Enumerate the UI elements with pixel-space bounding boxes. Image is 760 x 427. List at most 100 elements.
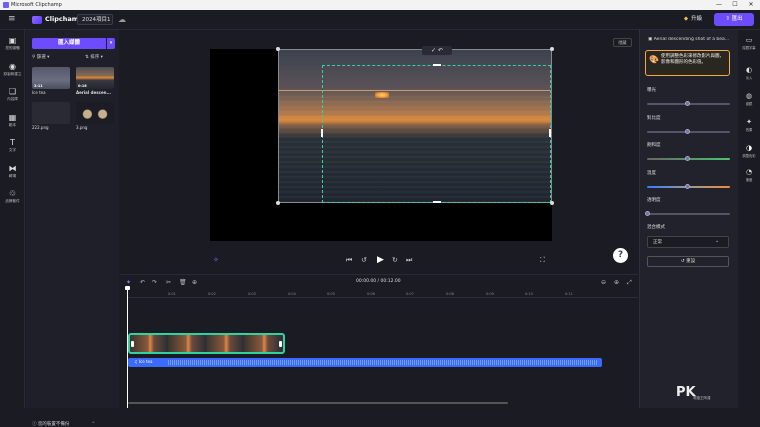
- ruler-tick: 0:02: [208, 292, 216, 296]
- skip-back-icon[interactable]: ⏮: [346, 256, 352, 265]
- temperature-label: 溫度: [647, 171, 656, 176]
- audio-waveform: [168, 360, 598, 365]
- rail-item-speed[interactable]: ◔ 速度: [738, 168, 760, 182]
- exposure-slider-knob[interactable]: [685, 101, 690, 106]
- upgrade-button[interactable]: ◆ 升級: [677, 13, 709, 26]
- playhead[interactable]: [127, 287, 128, 408]
- rail-label: 速度: [745, 178, 753, 182]
- magic-tools-icon[interactable]: ✦: [126, 279, 131, 286]
- rail-item-record-create[interactable]: ◉ 錄製和建立: [0, 62, 25, 77]
- audio-clip[interactable]: ♫ Ice tea: [128, 358, 602, 367]
- rail-item-brand-kit[interactable]: ♲ 品牌套件: [0, 189, 25, 204]
- magic-icon[interactable]: ✧: [213, 256, 219, 264]
- clip-trim-handle[interactable]: [131, 341, 134, 347]
- media-item-label: Aerial descen...: [76, 90, 112, 95]
- import-dropdown-chevron-icon[interactable]: ▾: [107, 38, 115, 49]
- media-item-label: Ice tea: [32, 90, 46, 95]
- opacity-slider[interactable]: [647, 213, 730, 215]
- contrast-slider-knob[interactable]: [685, 129, 690, 134]
- adjust-colors-icon: ◑: [745, 144, 753, 152]
- saturation-slider-knob[interactable]: [685, 156, 690, 161]
- window-title: Microsoft Clipchamp: [11, 2, 62, 8]
- forward-5-icon[interactable]: ↻: [392, 256, 398, 264]
- filters-icon: ◍: [745, 92, 753, 100]
- temperature-slider-knob[interactable]: [685, 184, 690, 189]
- resize-handle[interactable]: [276, 47, 280, 51]
- project-name-input[interactable]: 2024項目1: [77, 14, 113, 25]
- ruler-tick: 0:01: [168, 292, 176, 296]
- undo-icon[interactable]: ↶: [438, 47, 443, 54]
- rail-item-filters[interactable]: ◍ 濾鏡: [738, 92, 760, 106]
- undo-icon[interactable]: ↶: [140, 279, 145, 286]
- export-button[interactable]: ⇧ 匯出: [714, 13, 754, 26]
- filter-button[interactable]: ⚲ 篩選 ▾: [32, 54, 49, 60]
- rail-item-adjust-colors[interactable]: ◑ 調整色彩: [738, 144, 760, 158]
- media-duration: 2:11: [34, 84, 43, 88]
- play-button[interactable]: ▶: [377, 255, 384, 265]
- rail-item-text[interactable]: T 文字: [0, 138, 25, 153]
- reset-button[interactable]: ↺ 重設: [647, 256, 729, 267]
- media-item-thumbnail[interactable]: 0:16: [76, 67, 114, 89]
- video-clip[interactable]: [128, 333, 285, 354]
- text-icon: T: [10, 138, 15, 147]
- maximize-button[interactable]: ☐: [728, 0, 742, 10]
- rewind-5-icon[interactable]: ↺: [361, 256, 367, 264]
- media-item-thumbnail[interactable]: 2:11: [32, 67, 70, 89]
- rail-item-transitions[interactable]: ⧓ 轉場: [0, 164, 25, 179]
- clip-trim-handle[interactable]: [279, 341, 282, 347]
- skip-forward-icon[interactable]: ⏭: [406, 256, 412, 265]
- playhead-handle[interactable]: [125, 286, 130, 290]
- left-navigation-rail: ▣ 您的媒體 ◉ 錄製和建立 ❏ 內容庫 ▦ 範本 T 文字 ⧓ 轉場 ♲ 品牌套件: [0, 30, 25, 408]
- cloud-sync-icon[interactable]: ☁: [118, 15, 126, 24]
- resize-handle[interactable]: [550, 47, 554, 51]
- export-label: 匯出: [731, 16, 743, 22]
- import-media-button[interactable]: 匯入媒體: [32, 38, 106, 49]
- sort-button[interactable]: ⇅ 排序 ▾: [85, 54, 103, 60]
- rail-label: 隱藏字幕: [742, 46, 756, 50]
- delete-icon[interactable]: 🗑: [179, 279, 187, 286]
- help-button[interactable]: ?: [613, 248, 628, 263]
- rail-item-captions[interactable]: ▭ 隱藏字幕: [738, 36, 760, 50]
- folder-icon: ▣: [8, 36, 17, 45]
- zoom-out-icon[interactable]: ⊖: [601, 279, 606, 286]
- split-icon[interactable]: ✂: [166, 279, 171, 286]
- crop-handle[interactable]: [433, 201, 441, 203]
- fade-icon: ◐: [745, 66, 753, 74]
- speed-icon: ◔: [745, 168, 753, 176]
- rail-item-effects[interactable]: ✦ 效果: [738, 118, 760, 132]
- hide-preview-button[interactable]: 隱藏: [613, 38, 632, 47]
- resize-handle[interactable]: [550, 201, 554, 205]
- add-media-icon[interactable]: ⊕: [192, 279, 197, 286]
- clip-title: ▣ Aerial descending shot of a bea...: [648, 37, 730, 42]
- crop-handle[interactable]: [549, 129, 551, 137]
- chevron-down-icon: ▾: [45, 55, 50, 60]
- menu-icon[interactable]: ≡: [8, 15, 17, 24]
- redo-icon[interactable]: ↷: [152, 279, 157, 286]
- resize-handle[interactable]: [276, 201, 280, 205]
- fit-timeline-icon[interactable]: ⤢: [627, 279, 632, 287]
- backup-notification[interactable]: ⓘ 您的裝置不備份 ⌃: [32, 421, 95, 427]
- media-item-thumbnail[interactable]: [32, 102, 70, 124]
- rail-item-templates[interactable]: ▦ 範本: [0, 113, 25, 128]
- media-item-thumbnail[interactable]: [76, 102, 114, 124]
- crop-handle[interactable]: [321, 129, 323, 137]
- effects-icon: ✦: [746, 118, 752, 126]
- crop-handle[interactable]: [433, 64, 441, 66]
- fullscreen-icon[interactable]: ⛶: [540, 256, 545, 265]
- opacity-slider-knob[interactable]: [645, 211, 650, 216]
- crop-selection[interactable]: [322, 65, 551, 203]
- timeline-ruler[interactable]: [128, 290, 638, 298]
- rail-item-your-media[interactable]: ▣ 您的媒體: [0, 36, 25, 51]
- zoom-in-icon[interactable]: ⊕: [614, 279, 619, 286]
- crop-confirm-toolbar: ✓ ↶: [422, 46, 452, 55]
- ruler-tick: 0:11: [565, 292, 573, 296]
- minimize-button[interactable]: —: [712, 0, 726, 10]
- timeline-scrollbar[interactable]: [128, 402, 508, 404]
- close-button[interactable]: ✕: [744, 0, 758, 10]
- rail-item-content-library[interactable]: ❏ 內容庫: [0, 87, 25, 102]
- brand-kit-icon: ♲: [8, 189, 17, 198]
- rail-item-fade[interactable]: ◐ 淡入: [738, 66, 760, 80]
- check-icon[interactable]: ✓: [431, 47, 436, 54]
- ruler-tick: 0:06: [367, 292, 375, 296]
- window-titlebar: Microsoft Clipchamp — ☐ ✕: [0, 0, 760, 10]
